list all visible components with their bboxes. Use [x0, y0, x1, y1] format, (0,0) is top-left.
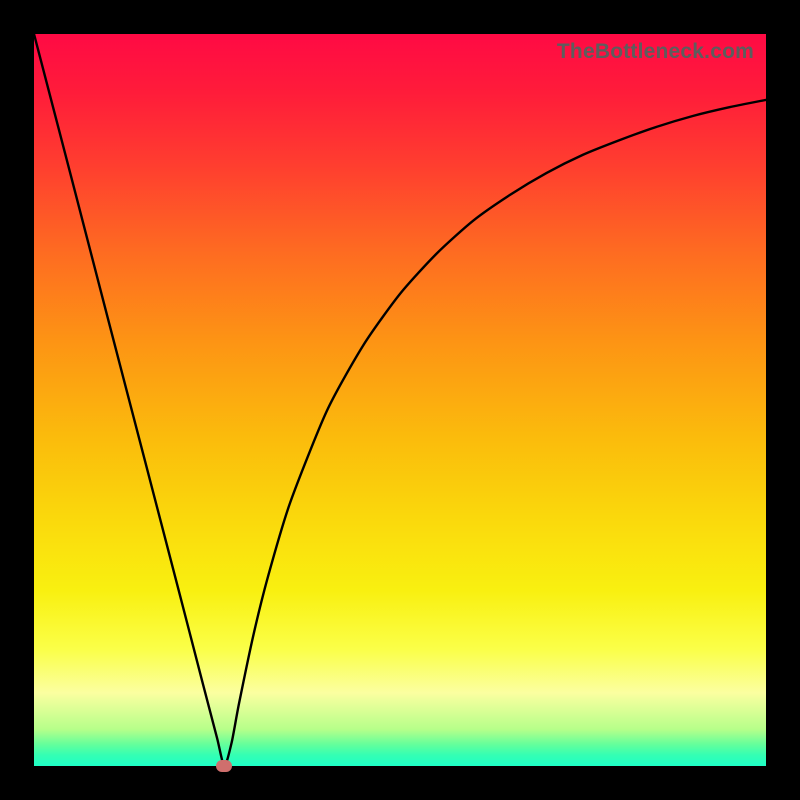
chart-frame: TheBottleneck.com	[0, 0, 800, 800]
bottleneck-marker	[216, 760, 232, 772]
bottleneck-curve	[34, 34, 766, 766]
plot-area: TheBottleneck.com	[34, 34, 766, 766]
